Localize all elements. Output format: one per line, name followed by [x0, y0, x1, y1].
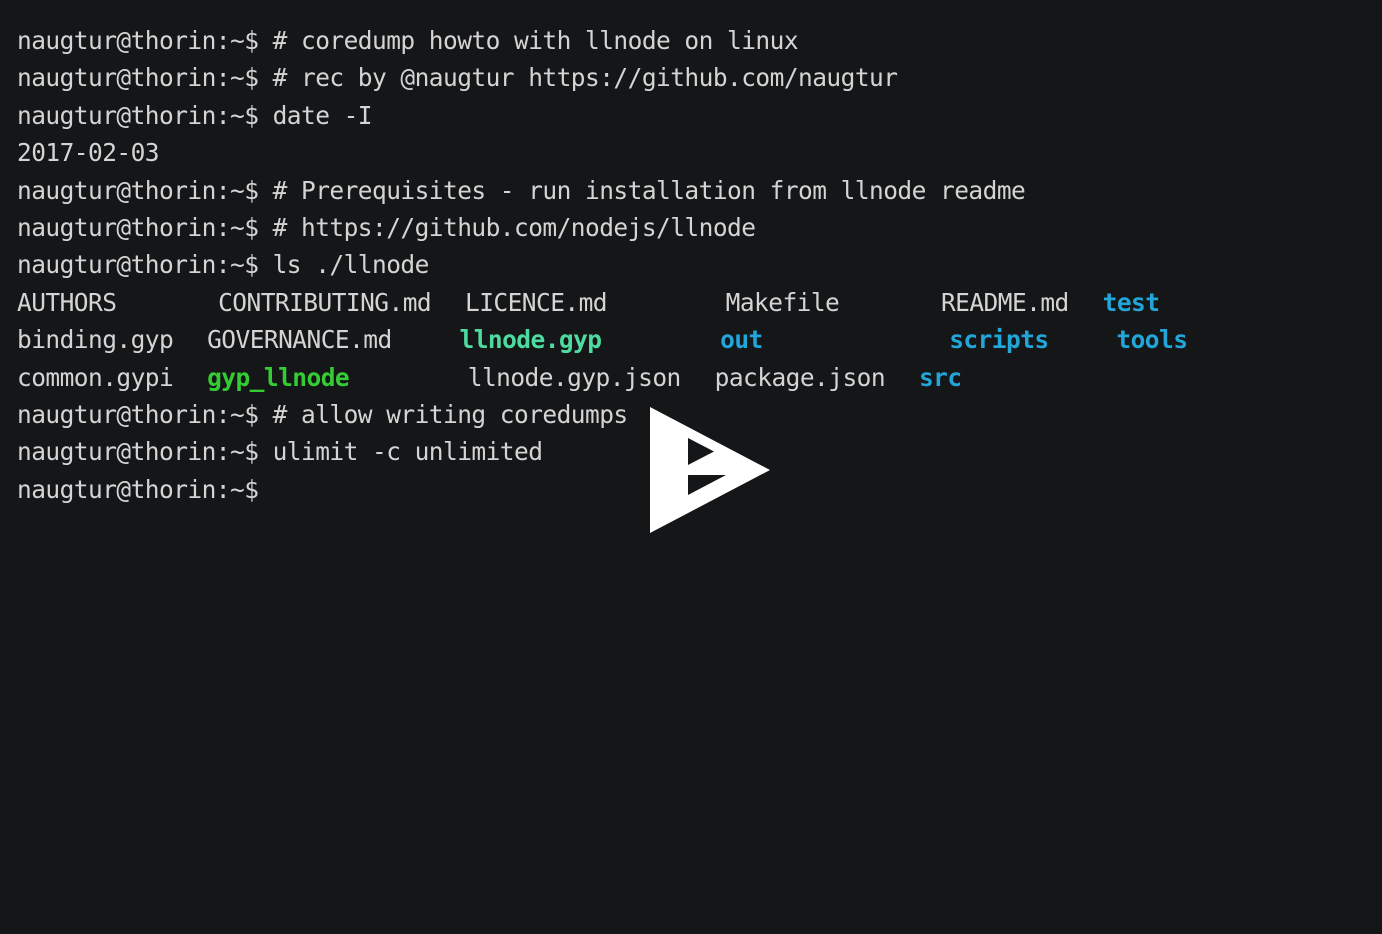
terminal-screen: naugtur@thorin:~$ # coredump howto with … [0, 0, 1382, 934]
asciinema-play-icon [650, 407, 770, 533]
play-overlay[interactable] [0, 0, 1382, 934]
play-button[interactable] [648, 405, 772, 535]
